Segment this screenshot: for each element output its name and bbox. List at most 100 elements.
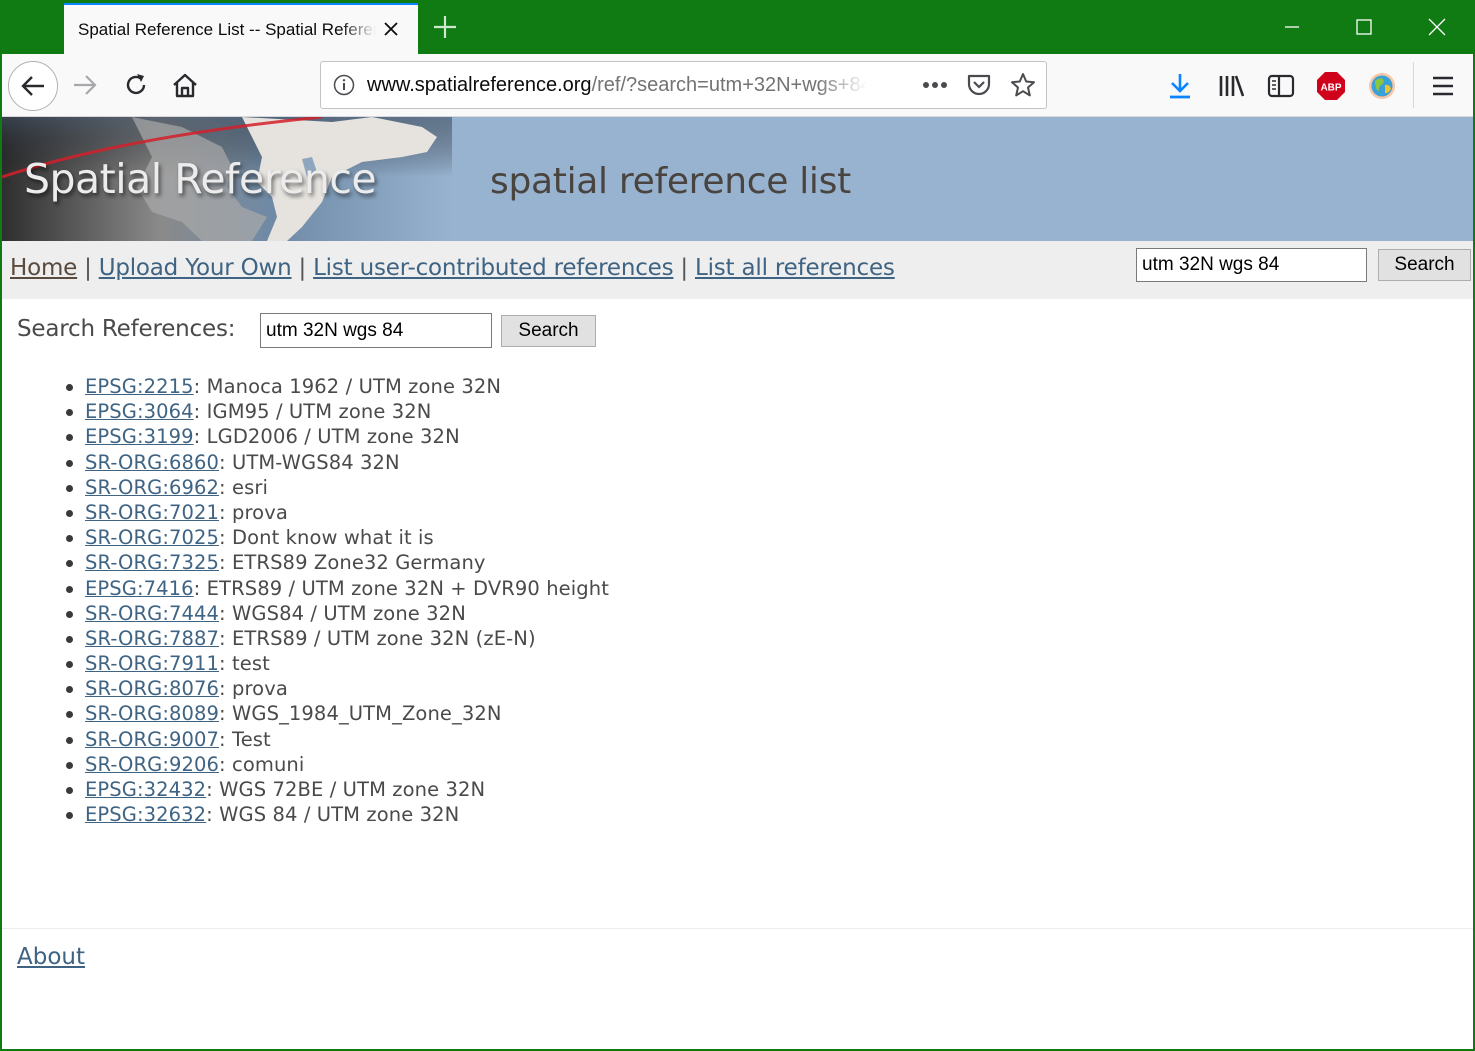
new-tab-button[interactable] (428, 10, 462, 44)
bullet-icon (66, 459, 73, 467)
header-search-input[interactable] (1136, 248, 1367, 282)
footer-divider (2, 928, 1473, 929)
list-item: SR-ORG:7325: ETRS89 Zone32 Germany (64, 550, 609, 575)
nav-separator: | (298, 255, 307, 281)
reference-code-link[interactable]: SR-ORG:7911 (85, 652, 219, 675)
info-icon[interactable] (321, 74, 367, 96)
star-icon[interactable] (1008, 70, 1038, 100)
toolbar-separator (1413, 62, 1414, 108)
search-references-input[interactable] (260, 313, 492, 348)
site-nav-links: Home | Upload Your Own | List user-contribut… (10, 255, 895, 281)
nav-separator: | (680, 255, 688, 281)
back-button[interactable] (8, 61, 58, 111)
bullet-icon (66, 535, 73, 543)
reference-code-link[interactable]: SR-ORG:7887 (85, 627, 219, 650)
bullet-icon (66, 812, 73, 820)
reference-code-link[interactable]: EPSG:32432 (85, 778, 206, 801)
reference-code-link[interactable]: SR-ORG:9007 (85, 728, 219, 751)
reference-code-link[interactable]: EPSG:3064 (85, 400, 194, 423)
browser-toolbar: www.spatialreference.org/ref/?search=utm… (2, 54, 1473, 117)
reference-name: : Dont know what it is (219, 526, 434, 550)
home-icon (173, 73, 197, 98)
maximize-icon (1356, 19, 1372, 35)
reference-name: : comuni (219, 752, 305, 776)
reference-code-link[interactable]: SR-ORG:8076 (85, 677, 219, 700)
reference-name: : WGS 84 / UTM zone 32N (206, 803, 460, 827)
list-item: SR-ORG:8089: WGS_1984_UTM_Zone_32N (64, 701, 609, 726)
reference-code-link[interactable]: SR-ORG:7444 (85, 602, 219, 625)
maximize-button[interactable] (1341, 8, 1387, 46)
bullet-icon (66, 686, 73, 694)
globe-icon[interactable] (1364, 68, 1400, 104)
reference-code-link[interactable]: SR-ORG:7325 (85, 551, 219, 574)
close-icon (1428, 18, 1446, 36)
bullet-icon (66, 434, 73, 442)
close-window-button[interactable] (1414, 8, 1460, 46)
reference-code-link[interactable]: SR-ORG:7025 (85, 526, 219, 549)
list-item: SR-ORG:7021: prova (64, 500, 609, 525)
web-page: Spatial Reference spatial reference list… (2, 117, 1473, 1049)
reference-code-link[interactable]: SR-ORG:7021 (85, 501, 219, 524)
bullet-icon (66, 509, 73, 517)
reference-name: : ETRS89 / UTM zone 32N + DVR90 height (193, 576, 609, 600)
search-references-button[interactable]: Search (501, 315, 596, 347)
url-text[interactable]: www.spatialreference.org/ref/?search=utm… (367, 74, 867, 97)
browser-tab-active[interactable]: Spatial Reference List -- Spatial Refere… (64, 3, 418, 54)
sidebar-icon[interactable] (1263, 68, 1299, 104)
reference-name: : test (219, 652, 270, 676)
reference-name: : prova (219, 500, 288, 524)
reference-code-link[interactable]: SR-ORG:6860 (85, 451, 219, 474)
reference-code-link[interactable]: EPSG:2215 (85, 375, 194, 398)
plus-icon (434, 16, 456, 38)
list-item: SR-ORG:9007: Test (64, 727, 609, 752)
nav-link-list-all-references[interactable]: List all references (695, 255, 895, 281)
forward-button[interactable] (64, 64, 106, 106)
reference-name: : LGD2006 / UTM zone 32N (193, 425, 460, 449)
list-item: EPSG:7416: ETRS89 / UTM zone 32N + DVR90… (64, 576, 609, 601)
minimize-button[interactable] (1269, 8, 1315, 46)
about-link[interactable]: About (17, 944, 85, 970)
bullet-icon (66, 585, 73, 593)
tab-close-icon[interactable] (380, 18, 402, 40)
list-item: SR-ORG:7025: Dont know what it is (64, 525, 609, 550)
bullet-icon (66, 787, 73, 794)
list-item: EPSG:2215: Manoca 1962 / UTM zone 32N (64, 374, 609, 399)
reference-code-link[interactable]: EPSG:32632 (85, 803, 206, 826)
reference-name: : ETRS89 Zone32 Germany (219, 551, 486, 575)
browser-title-bar: Spatial Reference List -- Spatial Refere… (0, 0, 1475, 54)
reference-code-link[interactable]: SR-ORG:6962 (85, 476, 219, 499)
search-references-label: Search References: (17, 316, 236, 342)
download-icon[interactable] (1162, 68, 1198, 104)
reference-name: : esri (219, 475, 268, 499)
reference-code-link[interactable]: EPSG:3199 (85, 425, 194, 448)
reference-code-link[interactable]: SR-ORG:8089 (85, 702, 219, 725)
site-logo-text[interactable]: Spatial Reference (24, 155, 377, 203)
url-path: /ref/?search=utm+32N+wgs+84 (591, 73, 867, 96)
reference-name: : Test (219, 727, 271, 751)
nav-link-home[interactable]: Home (10, 255, 77, 281)
bullet-icon (66, 384, 73, 391)
reference-code-link[interactable]: SR-ORG:9206 (85, 753, 219, 776)
reload-button[interactable] (115, 64, 157, 106)
library-icon[interactable] (1213, 68, 1249, 104)
nav-link-list-user-contributed[interactable]: List user-contributed references (313, 255, 674, 281)
list-item: SR-ORG:6860: UTM-WGS84 32N (64, 450, 609, 475)
reference-code-link[interactable]: EPSG:7416 (85, 577, 194, 600)
pocket-icon[interactable] (964, 70, 994, 100)
home-button[interactable] (164, 64, 206, 106)
bullet-icon (66, 610, 73, 618)
results-list: EPSG:2215: Manoca 1962 / UTM zone 32N EPS… (64, 374, 609, 827)
list-item: EPSG:32632: WGS 84 / UTM zone 32N (64, 802, 609, 827)
tab-title: Spatial Reference List -- Spatial Refere… (78, 19, 376, 39)
nav-link-upload-your-own[interactable]: Upload Your Own (99, 255, 292, 281)
reference-name: : WGS84 / UTM zone 32N (219, 601, 466, 625)
url-bar[interactable]: www.spatialreference.org/ref/?search=utm… (320, 61, 1047, 109)
hamburger-menu-icon[interactable] (1425, 68, 1461, 104)
list-item: SR-ORG:9206: comuni (64, 752, 609, 777)
list-item: EPSG:3199: LGD2006 / UTM zone 32N (64, 424, 609, 449)
ellipsis-icon[interactable] (920, 70, 950, 100)
header-search-button[interactable]: Search (1378, 249, 1471, 281)
reference-name: : WGS 72BE / UTM zone 32N (206, 778, 486, 801)
adblock-plus-icon[interactable]: ABP (1313, 68, 1349, 104)
list-item: EPSG:3064: IGM95 / UTM zone 32N (64, 399, 609, 424)
